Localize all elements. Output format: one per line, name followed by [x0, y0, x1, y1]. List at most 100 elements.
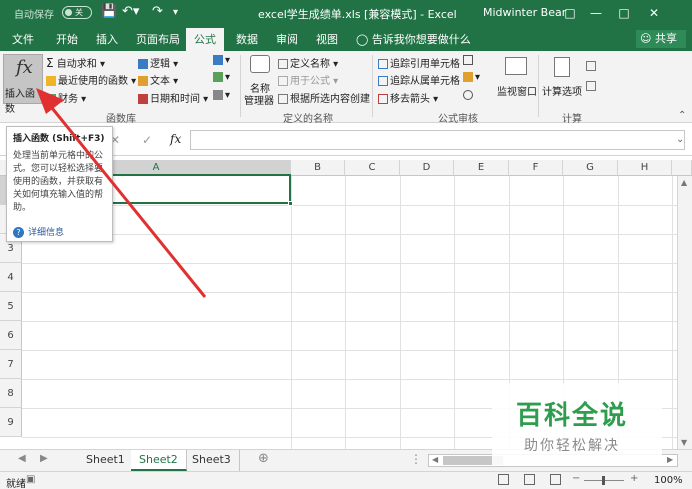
column-header[interactable]: C: [345, 160, 400, 176]
page-layout-view-icon[interactable]: [524, 474, 535, 485]
undo-icon[interactable]: ↶▾: [122, 4, 139, 19]
formula-input[interactable]: [190, 130, 685, 150]
row-header[interactable]: 5: [0, 292, 22, 321]
column-header[interactable]: [672, 160, 692, 176]
prev-sheet-icon[interactable]: ◀: [18, 453, 26, 464]
more-info-link[interactable]: ? 详细信息: [13, 225, 64, 238]
grid-line: [22, 350, 692, 351]
tooltip-title: 插入函数 (Shift+F3): [13, 134, 105, 144]
autosave-toggle[interactable]: 关: [62, 6, 92, 19]
next-sheet-icon[interactable]: ▶: [40, 453, 48, 464]
tab-file[interactable]: 文件: [12, 31, 34, 47]
date-time-button[interactable]: 日期和时间 ▾: [138, 90, 208, 105]
macro-record-icon[interactable]: ▣: [26, 474, 35, 485]
error-checking-icon[interactable]: ▾: [463, 72, 480, 83]
sheet-tab-active[interactable]: Sheet2: [131, 450, 187, 471]
name-manager-button[interactable]: 名称 管理器: [244, 55, 274, 107]
expand-formula-icon[interactable]: ⌄: [676, 134, 684, 145]
row-header[interactable]: 8: [0, 379, 22, 408]
scroll-down-icon[interactable]: ▼: [681, 438, 687, 447]
share-button[interactable]: ☺ 共享: [636, 30, 686, 48]
more-functions-button[interactable]: ▾: [213, 90, 230, 101]
trace-dependents-label: 追踪从属单元格: [390, 76, 460, 87]
zoom-slider-thumb[interactable]: [602, 476, 605, 485]
use-in-formula-button[interactable]: 用于公式 ▾: [278, 72, 338, 87]
tab-data[interactable]: 数据: [236, 31, 258, 47]
trace-precedents-button[interactable]: 追踪引用单元格: [378, 55, 460, 70]
zoom-level[interactable]: 100%: [654, 475, 683, 486]
remove-arrows-label: 移去箭头: [390, 94, 430, 105]
create-from-selection-button[interactable]: 根据所选内容创建: [278, 90, 370, 105]
column-header[interactable]: G: [563, 160, 618, 176]
zoom-in-icon[interactable]: +: [630, 473, 638, 484]
insert-function-button[interactable]: fx 插入函数: [3, 54, 43, 115]
grid-line: [22, 292, 692, 293]
glasses-icon: [505, 57, 527, 75]
tab-page-layout[interactable]: 页面布局: [136, 31, 180, 47]
save-icon[interactable]: 💾: [101, 4, 117, 19]
page-break-view-icon[interactable]: [550, 474, 561, 485]
autosum-label: 自动求和: [56, 59, 97, 70]
scroll-thumb[interactable]: [681, 184, 689, 224]
collapse-ribbon-icon[interactable]: ⌃: [678, 110, 686, 121]
vertical-scrollbar[interactable]: ▲ ▼: [677, 176, 692, 449]
user-name[interactable]: Midwinter Bear: [483, 6, 566, 19]
tab-home[interactable]: 开始: [56, 31, 78, 47]
tab-formulas[interactable]: 公式: [186, 28, 224, 51]
scroll-right-icon[interactable]: ▶: [667, 455, 673, 464]
trace-dependents-button[interactable]: 追踪从属单元格: [378, 72, 460, 87]
calc-now-icon[interactable]: [586, 61, 598, 72]
tab-review[interactable]: 审阅: [276, 31, 298, 47]
ribbon-display-options-icon[interactable]: □: [556, 3, 584, 23]
define-name-button[interactable]: 定义名称 ▾: [278, 55, 338, 70]
more-info-label: 详细信息: [28, 228, 65, 238]
fill-handle[interactable]: [288, 201, 293, 206]
financial-button[interactable]: 财务 ▾: [46, 90, 86, 105]
normal-view-icon[interactable]: [498, 474, 509, 485]
tab-view[interactable]: 视图: [316, 31, 338, 47]
recently-used-button[interactable]: 最近使用的函数 ▾: [46, 72, 136, 87]
sigma-icon: Σ: [46, 56, 54, 70]
scroll-left-icon[interactable]: ◀: [432, 455, 438, 464]
evaluate-formula-icon[interactable]: [463, 90, 475, 101]
add-sheet-icon[interactable]: ⊕: [258, 451, 269, 466]
autosum-button[interactable]: Σ 自动求和 ▾: [46, 55, 105, 70]
watch-window-button[interactable]: 监视窗口: [495, 55, 539, 105]
zoom-out-icon[interactable]: −: [572, 473, 580, 484]
row-header[interactable]: 9: [0, 408, 22, 437]
customize-qat-icon[interactable]: ▾: [173, 7, 178, 18]
column-header[interactable]: E: [454, 160, 509, 176]
lookup-button[interactable]: ▾: [213, 55, 230, 66]
show-formulas-icon[interactable]: [463, 55, 475, 66]
name-manager-icon: [250, 55, 270, 73]
row-header[interactable]: 6: [0, 321, 22, 350]
calculation-options-button[interactable]: 计算选项: [540, 55, 584, 105]
redo-icon[interactable]: ↷: [152, 4, 163, 19]
calc-sheet-icon[interactable]: [586, 81, 598, 92]
logical-button[interactable]: 逻辑 ▾: [138, 55, 178, 70]
math-button[interactable]: ▾: [213, 72, 230, 83]
maximize-icon[interactable]: □: [610, 3, 638, 23]
more-options-icon[interactable]: ⋮: [410, 452, 422, 466]
column-header[interactable]: H: [618, 160, 672, 176]
minimize-icon[interactable]: —: [582, 3, 610, 23]
column-header[interactable]: D: [400, 160, 454, 176]
remove-arrows-button[interactable]: 移去箭头 ▾: [378, 90, 438, 105]
sheet-tab[interactable]: Sheet3: [184, 450, 240, 471]
sheet-tab[interactable]: Sheet1: [78, 450, 134, 471]
text-button[interactable]: 文本 ▾: [138, 72, 178, 87]
row-header[interactable]: 4: [0, 263, 22, 292]
row-header[interactable]: 7: [0, 350, 22, 379]
grid-line: [22, 379, 692, 380]
tab-insert[interactable]: 插入: [96, 31, 118, 47]
share-label: 共享: [654, 32, 677, 45]
enter-icon[interactable]: ✓: [142, 133, 152, 147]
insert-function-icon[interactable]: fx: [170, 132, 181, 146]
column-header[interactable]: B: [291, 160, 345, 176]
close-icon[interactable]: ✕: [640, 3, 668, 23]
watch-window-label: 监视窗口: [497, 87, 537, 98]
column-header[interactable]: F: [509, 160, 563, 176]
tell-me-box[interactable]: ◯ 告诉我你想要做什么: [356, 31, 471, 47]
remove-arrows-icon: [378, 94, 388, 104]
lightbulb-icon: ◯: [356, 33, 372, 46]
